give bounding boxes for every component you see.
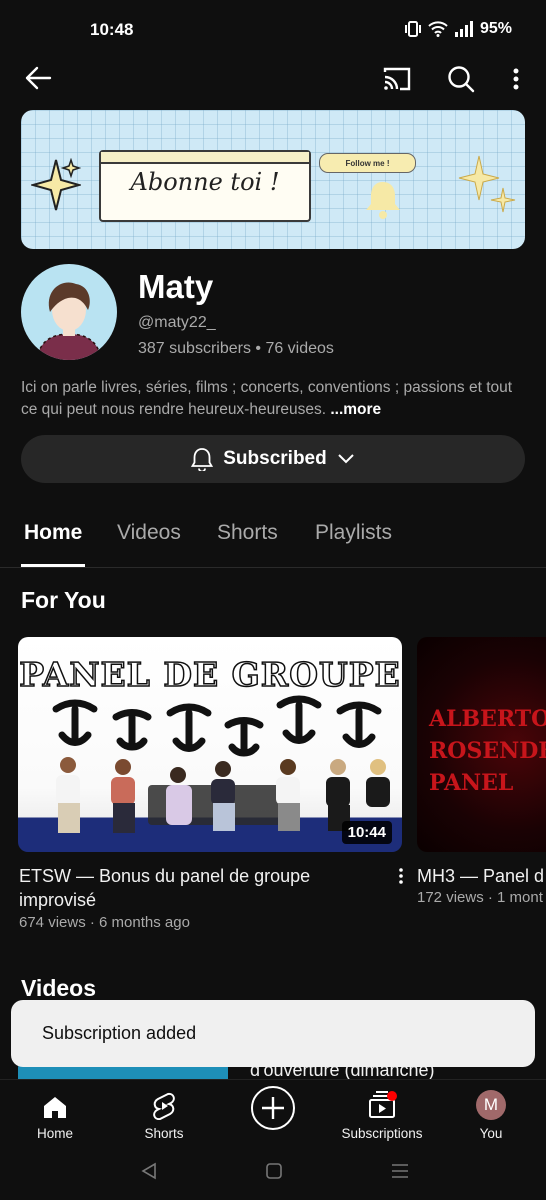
thumbnail-text: ALBERTO ROSENDE PANEL [429,706,546,796]
system-recents-icon[interactable] [391,1162,409,1180]
system-back-icon[interactable] [141,1162,157,1180]
nav-label: Home [36,1126,73,1141]
back-button[interactable] [22,62,54,94]
tab-home[interactable]: Home [24,521,82,545]
sparkle-icon [458,155,516,213]
create-icon [251,1086,295,1130]
video-title[interactable]: ETSW — Bonus du panel de groupe improvis… [19,864,364,912]
banner-text: Abonne toi ! [130,168,280,196]
tab-videos[interactable]: Videos [117,521,181,545]
signal-icon [454,21,473,37]
description-text: Ici on parle livres, séries, films ; con… [21,379,513,418]
system-navigation-bar [0,1147,546,1200]
vibrate-icon [404,21,421,37]
chevron-down-icon [338,454,354,464]
search-icon [448,66,475,93]
arrow-left-icon [25,66,52,90]
nav-label: Shorts [144,1126,184,1141]
thumbnail-text: PANEL DE GROUPE [19,654,401,695]
nav-home[interactable]: Home [0,1080,110,1141]
description-more-link[interactable]: ...more [330,401,381,418]
nav-label: Subscriptions [341,1126,423,1141]
subscribed-button[interactable]: Subscribed [21,435,525,483]
status-icons: 95% [404,20,512,38]
wifi-icon [428,21,448,37]
battery-percent: 95% [479,20,512,37]
cast-button[interactable] [380,62,414,96]
video-meta: 172 views · 1 mont [417,889,543,906]
section-title-for-you: For You [21,587,106,613]
avatar-illustration [36,282,102,360]
home-icon [44,1097,66,1118]
video-title[interactable]: MH3 — Panel d [417,864,544,888]
channel-avatar[interactable] [21,264,117,360]
more-vert-icon [399,868,403,884]
bell-icon [366,182,400,219]
nav-shorts[interactable]: Shorts [109,1080,219,1141]
video-meta: 674 views · 6 months ago [19,914,190,931]
channel-banner: Abonne toi ! Follow me ! [21,110,525,249]
subscriptions-icon [369,1091,397,1118]
tab-playlists[interactable]: Playlists [315,521,392,545]
channel-name: Maty [138,268,214,305]
subscribed-label: Subscribed [223,448,327,469]
avatar: M [476,1090,506,1120]
video-thumbnail[interactable]: PANEL DE GROUPE 10:44 [18,637,402,852]
nav-you[interactable]: M You [436,1080,546,1141]
toast-message: Subscription added [42,1023,197,1043]
search-button[interactable] [444,62,478,96]
bell-icon [191,448,214,471]
section-title-videos: Videos [21,975,96,1001]
channel-stats: 387 subscribers • 76 videos [138,340,334,357]
active-tab-indicator [21,564,85,567]
nav-create[interactable] [218,1080,328,1136]
shorts-icon [153,1092,175,1120]
channel-handle: @maty22_ [138,314,216,331]
banner-follow-label: Follow me ! [319,153,416,173]
video-thumbnail[interactable]: ALBERTO ROSENDE PANEL [417,637,546,852]
channel-description[interactable]: Ici on parle livres, séries, films ; con… [21,377,521,421]
cast-icon [383,67,411,91]
snackbar-toast: Subscription added [11,1000,535,1067]
status-time: 10:48 [90,20,134,39]
banner-window: Abonne toi ! [99,150,311,222]
sparkle-star-icon [31,158,81,211]
video-menu-button[interactable] [394,864,408,888]
bottom-navigation: Home Shorts Subscriptions M You [0,1079,546,1148]
nav-subscriptions[interactable]: Subscriptions [327,1080,437,1141]
video-duration: 10:44 [341,821,392,844]
more-options-button[interactable] [504,62,528,96]
more-vert-icon [513,68,519,90]
system-home-icon[interactable] [266,1163,282,1179]
channel-tabs: Home Videos Shorts Playlists [0,505,546,568]
nav-label: You [479,1126,503,1141]
tab-shorts[interactable]: Shorts [217,521,278,545]
